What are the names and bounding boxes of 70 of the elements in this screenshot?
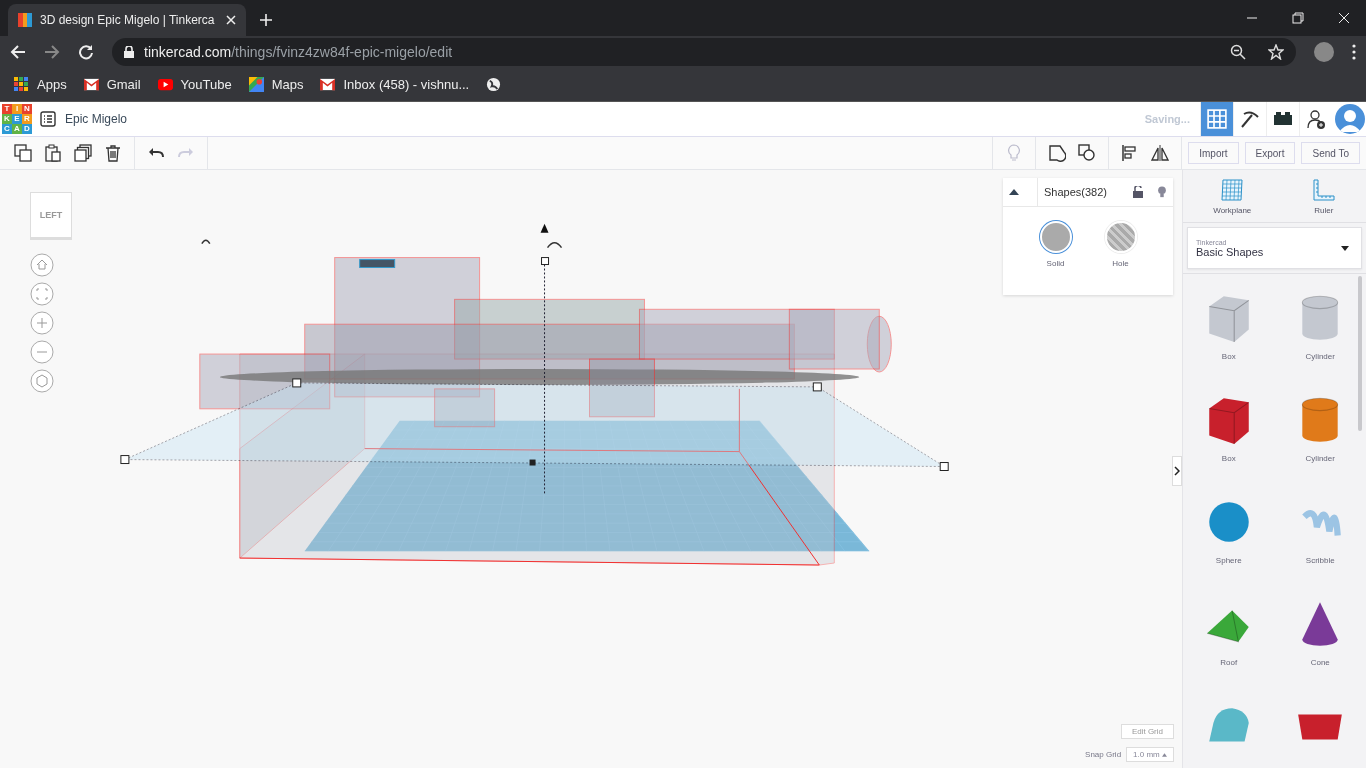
- pickaxe-icon: [1240, 109, 1260, 129]
- caret-icon: [1162, 753, 1167, 757]
- shape-item[interactable]: Box: [1183, 394, 1275, 496]
- mail-icon: [83, 77, 99, 92]
- height-arrow-icon[interactable]: [540, 223, 549, 233]
- group-icon[interactable]: [1048, 144, 1067, 162]
- bookmark[interactable]: Maps: [248, 77, 304, 92]
- list-icon[interactable]: [40, 111, 56, 127]
- tinkercad-logo[interactable]: T I N K E R C A D: [2, 104, 32, 134]
- add-user-icon: [1306, 109, 1326, 129]
- tinkercad-favicon-icon: [18, 13, 32, 27]
- tool-button[interactable]: Workplane: [1207, 176, 1258, 216]
- play-icon: [157, 77, 173, 92]
- collapse-icon[interactable]: [1009, 189, 1019, 195]
- snap-grid-label: Snap Grid: [1085, 750, 1122, 759]
- chevron-icon: [1174, 466, 1180, 476]
- shape-item[interactable]: Scribble: [1274, 496, 1366, 598]
- close-icon[interactable]: [1338, 12, 1350, 24]
- bookmark[interactable]: [486, 77, 502, 92]
- back-arrow-icon[interactable]: [10, 44, 26, 60]
- star-icon[interactable]: [1268, 44, 1284, 60]
- mail-icon: [320, 77, 336, 92]
- lightbulb-icon[interactable]: [1157, 186, 1167, 198]
- address-bar[interactable]: tinkercad.com/things/fvinz4zw84f-epic-migelo/edit: [112, 38, 1296, 66]
- mirror-icon[interactable]: [1151, 144, 1170, 162]
- new-tab-icon[interactable]: [260, 14, 272, 26]
- bookmark[interactable]: Apps: [14, 77, 67, 92]
- shape-item[interactable]: Sphere: [1183, 496, 1275, 598]
- grid-icon: [1207, 109, 1227, 129]
- paste-icon[interactable]: [44, 144, 62, 162]
- url-text: tinkercad.com/things/fvinz4zw84f-epic-migelo/edit: [144, 44, 454, 60]
- duplicate-icon[interactable]: [74, 144, 92, 162]
- menu-icon[interactable]: [1352, 44, 1356, 60]
- zoom-out-icon[interactable]: [1230, 44, 1246, 60]
- saving-status: Saving...: [1144, 113, 1190, 125]
- ruler-icon: [1311, 177, 1336, 202]
- copy-icon[interactable]: [14, 144, 32, 162]
- toolbar-action-button[interactable]: Export: [1244, 142, 1296, 164]
- apps-grid-icon: [14, 77, 29, 92]
- map-pin-icon: [248, 77, 264, 92]
- trash-icon[interactable]: [104, 144, 122, 162]
- ungroup-icon[interactable]: [1078, 144, 1097, 162]
- toolbar-action-button[interactable]: Send To: [1301, 142, 1360, 164]
- shape-item[interactable]: Box: [1183, 292, 1275, 394]
- rotate-handle-icon[interactable]: [546, 241, 563, 249]
- bookmark[interactable]: YouTube: [157, 77, 232, 92]
- design-name[interactable]: Epic Migelo: [65, 112, 128, 126]
- bookmark[interactable]: Gmail: [83, 77, 141, 92]
- shape-item[interactable]: Roof: [1183, 598, 1275, 700]
- expand-panel-button[interactable]: [1172, 456, 1182, 486]
- shape-item[interactable]: Cylinder: [1274, 292, 1366, 394]
- workplane-icon: [1220, 177, 1245, 202]
- tool-button[interactable]: Ruler: [1305, 176, 1342, 216]
- shapes-count-title: Shapes(382): [1037, 178, 1125, 206]
- rotate-handle-icon[interactable]: [201, 239, 211, 245]
- shape-item[interactable]: Cone: [1274, 598, 1366, 700]
- profile-avatar[interactable]: [1314, 42, 1334, 62]
- reload-icon[interactable]: [78, 44, 94, 60]
- lock-icon[interactable]: [1133, 186, 1143, 198]
- close-icon[interactable]: [226, 15, 236, 25]
- snap-grid-dropdown[interactable]: 1.0 mm: [1126, 747, 1174, 762]
- forward-arrow-icon[interactable]: [44, 44, 60, 60]
- bookmark[interactable]: Inbox (458) - vishnu...: [320, 77, 470, 92]
- restore-icon[interactable]: [1292, 12, 1304, 24]
- toolbar-action-button[interactable]: Import: [1188, 142, 1239, 164]
- browser-tab[interactable]: 3D design Epic Migelo | Tinkerca: [8, 4, 246, 36]
- globe-icon: [486, 77, 502, 92]
- shape-item[interactable]: Cylinder: [1274, 394, 1366, 496]
- dropdown-caret-icon: [1341, 246, 1349, 251]
- lock-icon: [124, 46, 134, 58]
